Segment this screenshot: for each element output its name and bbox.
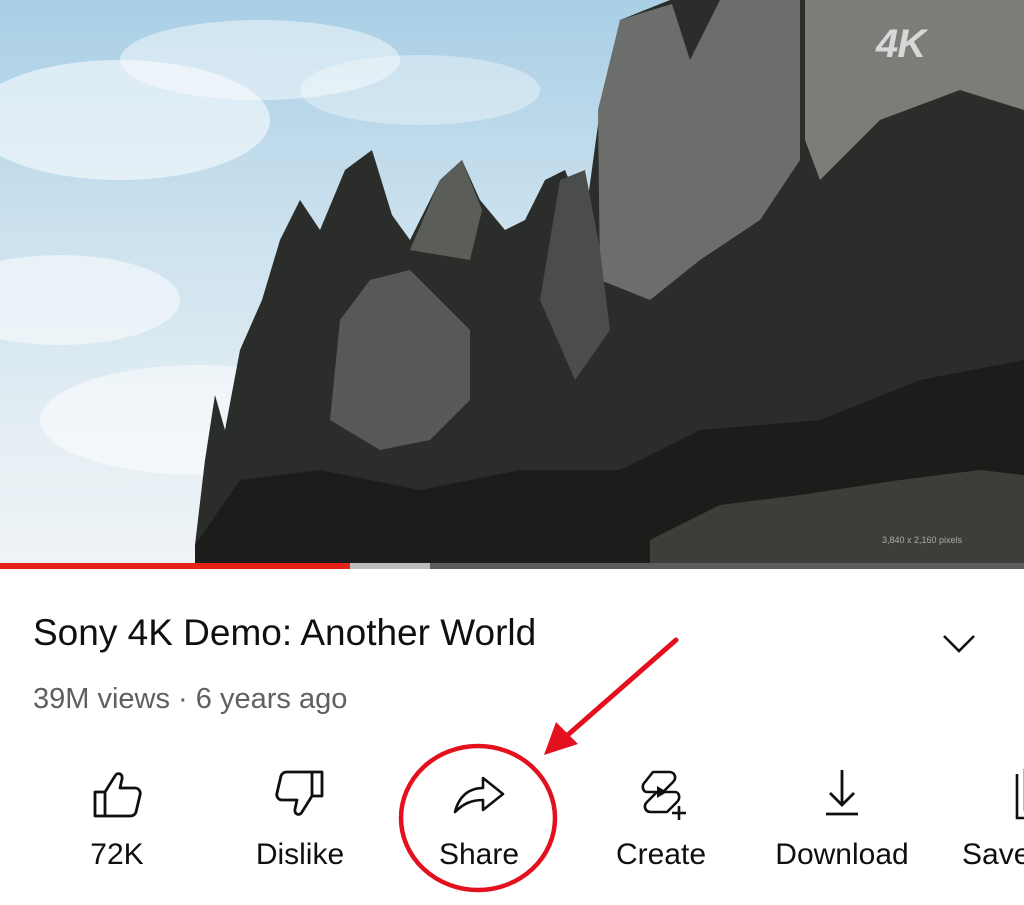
meta-separator: · bbox=[170, 683, 196, 715]
create-button[interactable]: Create bbox=[586, 760, 736, 885]
expand-description-button[interactable] bbox=[936, 624, 982, 664]
annotation-arrow-head bbox=[544, 722, 578, 755]
save-icon bbox=[1015, 768, 1024, 820]
like-count: 72K bbox=[90, 838, 144, 871]
chevron-down-icon bbox=[943, 635, 975, 653]
video-title: Sony 4K Demo: Another World bbox=[33, 612, 537, 653]
dislike-label: Dislike bbox=[255, 838, 345, 871]
video-caption: 3,840 x 2,160 pixels bbox=[882, 535, 963, 545]
video-progress-bar[interactable] bbox=[0, 563, 1024, 569]
video-player[interactable]: 4K 3,840 x 2,160 pixels bbox=[0, 0, 1024, 563]
download-button[interactable]: Download bbox=[767, 760, 917, 885]
video-metadata: 39M views · 6 years ago bbox=[33, 683, 347, 716]
like-button[interactable]: 72K bbox=[42, 760, 192, 885]
save-label: Save bbox=[962, 838, 1024, 871]
remix-icon bbox=[641, 770, 686, 820]
upload-age: 6 years ago bbox=[195, 683, 348, 715]
progress-played bbox=[0, 563, 351, 569]
dislike-button[interactable]: Dislike bbox=[225, 760, 375, 885]
annotation-arrow-shaft bbox=[559, 637, 679, 743]
share-label: Share bbox=[438, 838, 520, 871]
thumbs-down-icon bbox=[275, 770, 324, 816]
video-frame-image bbox=[0, 0, 1024, 563]
view-count: 39M views bbox=[33, 683, 170, 715]
share-button[interactable]: Share bbox=[404, 760, 554, 885]
create-label: Create bbox=[615, 838, 707, 871]
download-icon bbox=[826, 770, 858, 816]
share-icon bbox=[453, 776, 505, 814]
thumbs-up-icon bbox=[93, 772, 142, 818]
save-button[interactable]: Save bbox=[948, 760, 1024, 885]
download-label: Download bbox=[775, 838, 909, 871]
4k-badge: 4K bbox=[876, 22, 926, 66]
